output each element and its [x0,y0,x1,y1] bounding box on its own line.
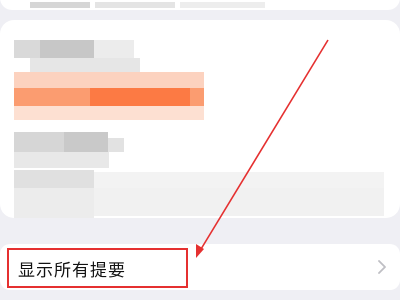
annotation-arrow [196,39,329,258]
